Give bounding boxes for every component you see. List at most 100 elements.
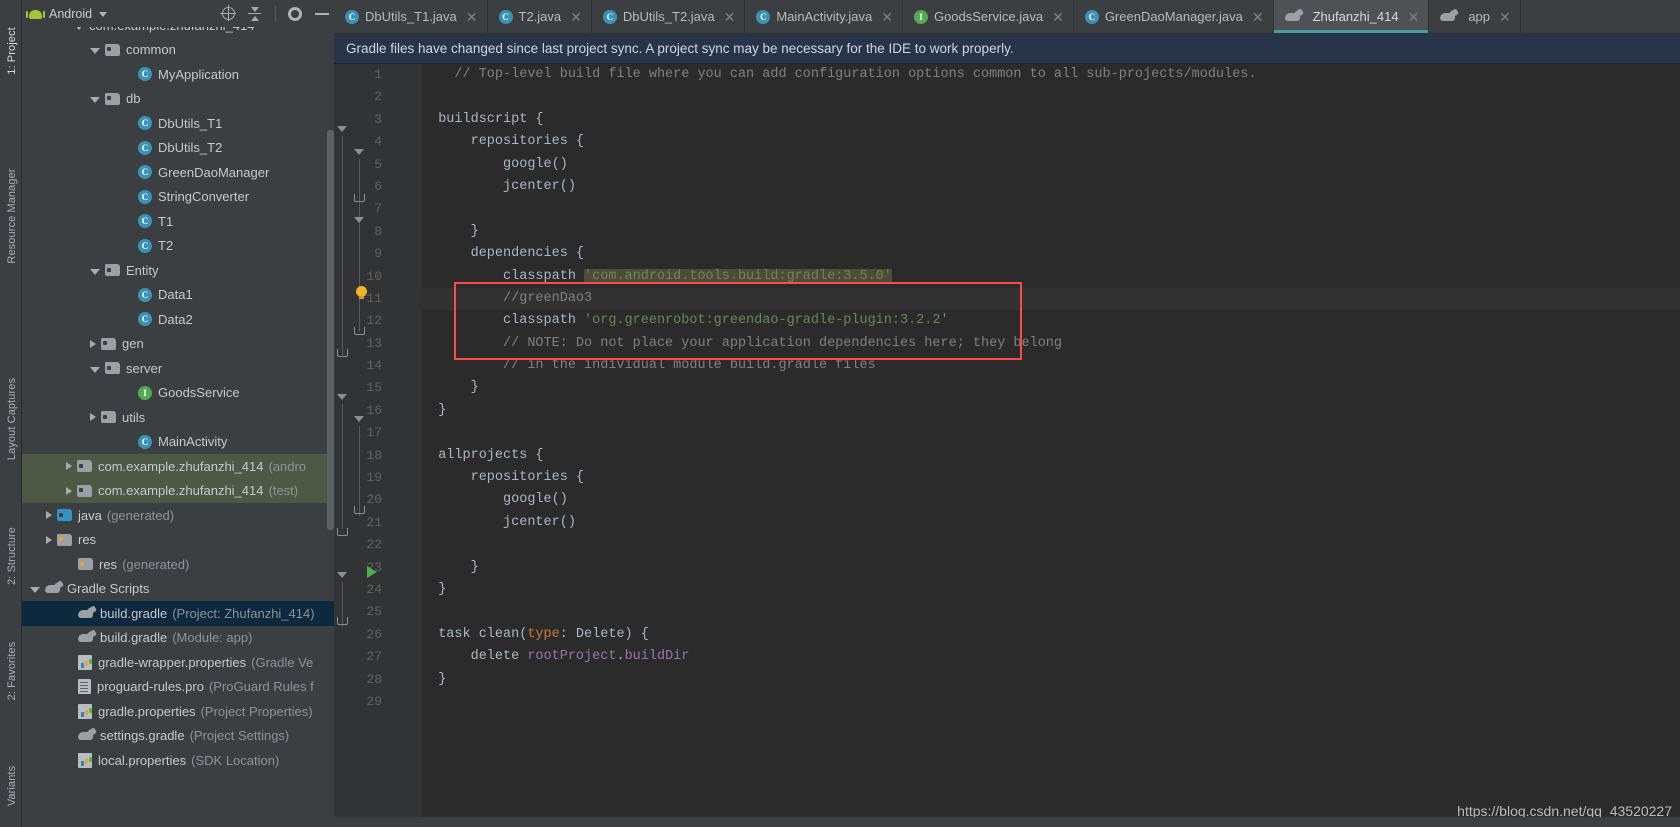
project-scrollbar[interactable] [327,130,334,530]
collapse-arrow-icon[interactable] [90,339,96,348]
toolwindow-variants[interactable]: Variants [1,736,23,827]
tree-item[interactable]: local.properties (SDK Location) [22,748,334,773]
tree-item[interactable]: java (generated) [22,503,334,528]
tree-item[interactable]: C Data1 [22,283,334,308]
tree-item[interactable]: C DbUtils_T1 [22,111,334,136]
code-line[interactable]: 3 buildscript { [374,109,1680,131]
collapse-all-icon[interactable] [247,6,263,22]
tree-item[interactable]: common [22,38,334,63]
code-line[interactable]: 23 } [366,557,1680,579]
editor-tab[interactable]: C T2.java ✕ [487,0,592,33]
editor-tab-bar[interactable]: C DbUtils_T1.java ✕ C T2.java ✕ C DbUtils_T2.ja… [334,0,1680,34]
fold-marker-repositories[interactable] [354,149,364,155]
code-line[interactable]: 17 [366,422,1680,444]
close-icon[interactable]: ✕ [1052,10,1064,24]
fold-marker-end[interactable] [354,194,365,202]
tree-item[interactable]: C DbUtils_T2 [22,136,334,161]
tree-item[interactable]: C GreenDaoManager [22,160,334,185]
expand-arrow-icon[interactable] [90,268,100,275]
code-line[interactable]: 14 // in the individual module build.gra… [366,355,1680,377]
code-line[interactable]: 1 // Top-level build file where you can … [374,64,1680,86]
code-line[interactable]: 5 google() [374,154,1680,176]
code-line[interactable]: 22 [366,534,1680,556]
code-line[interactable]: 27 delete rootProject.buildDir [366,646,1680,668]
expand-arrow-icon[interactable] [74,27,84,30]
run-gutter-icon[interactable] [367,566,377,578]
code-line[interactable]: 6 jcenter() [374,176,1680,198]
editor-tab[interactable]: C DbUtils_T1.java ✕ [334,0,488,33]
code-line[interactable]: 15 } [366,377,1680,399]
code-line[interactable]: 13 // NOTE: Do not place your applicatio… [366,333,1680,355]
code-line[interactable]: 12 classpath 'org.greenrobot:greendao-gr… [366,310,1680,332]
code-line[interactable]: 24 } [366,579,1680,601]
close-icon[interactable]: ✕ [466,10,478,24]
tree-item[interactable]: C StringConverter [22,185,334,210]
code-line[interactable]: 9 dependencies { [374,243,1680,265]
tree-item[interactable]: C MainActivity [22,430,334,455]
tree-item[interactable]: com.example.zhufanzhi_414 [22,27,334,38]
fold-marker-allprojects[interactable] [337,394,347,400]
gear-icon[interactable] [288,6,302,21]
code-line[interactable]: 20 google() [366,489,1680,511]
intention-bulb-icon[interactable] [356,286,367,299]
tree-item[interactable]: build.gradle (Module: app) [22,626,334,651]
target-icon[interactable] [220,5,236,21]
tree-item[interactable]: C Data2 [22,307,334,332]
code-line[interactable]: 2 [374,86,1680,108]
tree-item[interactable]: Entity [22,258,334,283]
close-icon[interactable]: ✕ [1252,10,1264,24]
tree-item[interactable]: db [22,87,334,112]
collapse-arrow-icon[interactable] [90,413,96,422]
editor-tab[interactable]: C DbUtils_T2.java ✕ [591,0,746,33]
toolwindow-layout-captures[interactable]: Layout Captures [1,369,23,469]
close-icon[interactable]: ✕ [881,10,893,24]
editor-tab[interactable]: C MainActivity.java ✕ [745,0,903,33]
close-icon[interactable]: ✕ [1499,10,1511,24]
tree-item[interactable]: server [22,356,334,381]
close-icon[interactable]: ✕ [724,10,736,24]
expand-arrow-icon[interactable] [90,48,100,55]
fold-marker-end[interactable] [354,327,365,335]
fold-marker-buildscript[interactable] [337,126,347,132]
tree-item[interactable]: C T1 [22,209,334,234]
editor-tab[interactable]: C GreenDaoManager.java ✕ [1073,0,1274,33]
tree-item[interactable]: com.example.zhufanzhi_414 (test) [22,478,334,503]
fold-marker-task-clean[interactable] [337,572,347,578]
collapse-arrow-icon[interactable] [66,486,72,495]
tree-item[interactable]: res (generated) [22,552,334,577]
code-editor[interactable]: 1 // Top-level build file where you can … [334,64,1680,827]
collapse-arrow-icon[interactable] [66,462,72,471]
tree-item[interactable]: com.example.zhufanzhi_414 (andro [22,454,334,479]
tree-item[interactable]: utils [22,405,334,430]
code-line[interactable]: 21 jcenter() [366,512,1680,534]
code-line[interactable]: 28 } [366,669,1680,691]
code-line[interactable]: 11 //greenDao3 [366,287,1680,311]
editor-tab[interactable]: Zhufanzhi_414 ✕ [1273,0,1430,33]
tree-item[interactable]: C T2 [22,234,334,259]
collapse-arrow-icon[interactable] [46,511,52,520]
fold-marker-end[interactable] [337,528,348,536]
toolwindow-favorites[interactable]: 2: Favorites [1,621,23,721]
tree-item[interactable]: I GoodsService [22,381,334,406]
code-line[interactable]: 26 task clean(type: Delete) { [366,624,1680,646]
code-line[interactable]: 10 classpath 'com.android.tools.build:gr… [366,266,1680,288]
project-view-selector-label[interactable]: Android [49,7,92,21]
expand-arrow-icon[interactable] [90,97,100,104]
fold-marker-dependencies[interactable] [354,217,364,223]
code-folding-gutter[interactable] [404,64,422,827]
tree-item[interactable]: Gradle Scripts [22,577,334,602]
tree-item[interactable]: res [22,528,334,553]
project-tree[interactable]: com.example.zhufanzhi_414commonCMyApplic… [22,27,334,827]
close-icon[interactable]: ✕ [570,10,582,24]
code-text[interactable]: 1 // Top-level build file where you can … [366,64,1680,827]
fold-marker-end[interactable] [354,506,365,514]
tree-item[interactable]: settings.gradle (Project Settings) [22,724,334,749]
editor-tab[interactable]: I GoodsService.java ✕ [902,0,1074,33]
toolwindow-resource-manager[interactable]: Resource Manager [1,166,23,266]
code-line[interactable]: 29 [366,691,1680,713]
editor-tab[interactable]: app ✕ [1429,0,1521,33]
code-line[interactable]: 4 repositories { [374,131,1680,153]
tree-item[interactable]: gen [22,332,334,357]
close-icon[interactable]: ✕ [1408,10,1420,24]
chevron-down-icon[interactable] [99,12,108,17]
